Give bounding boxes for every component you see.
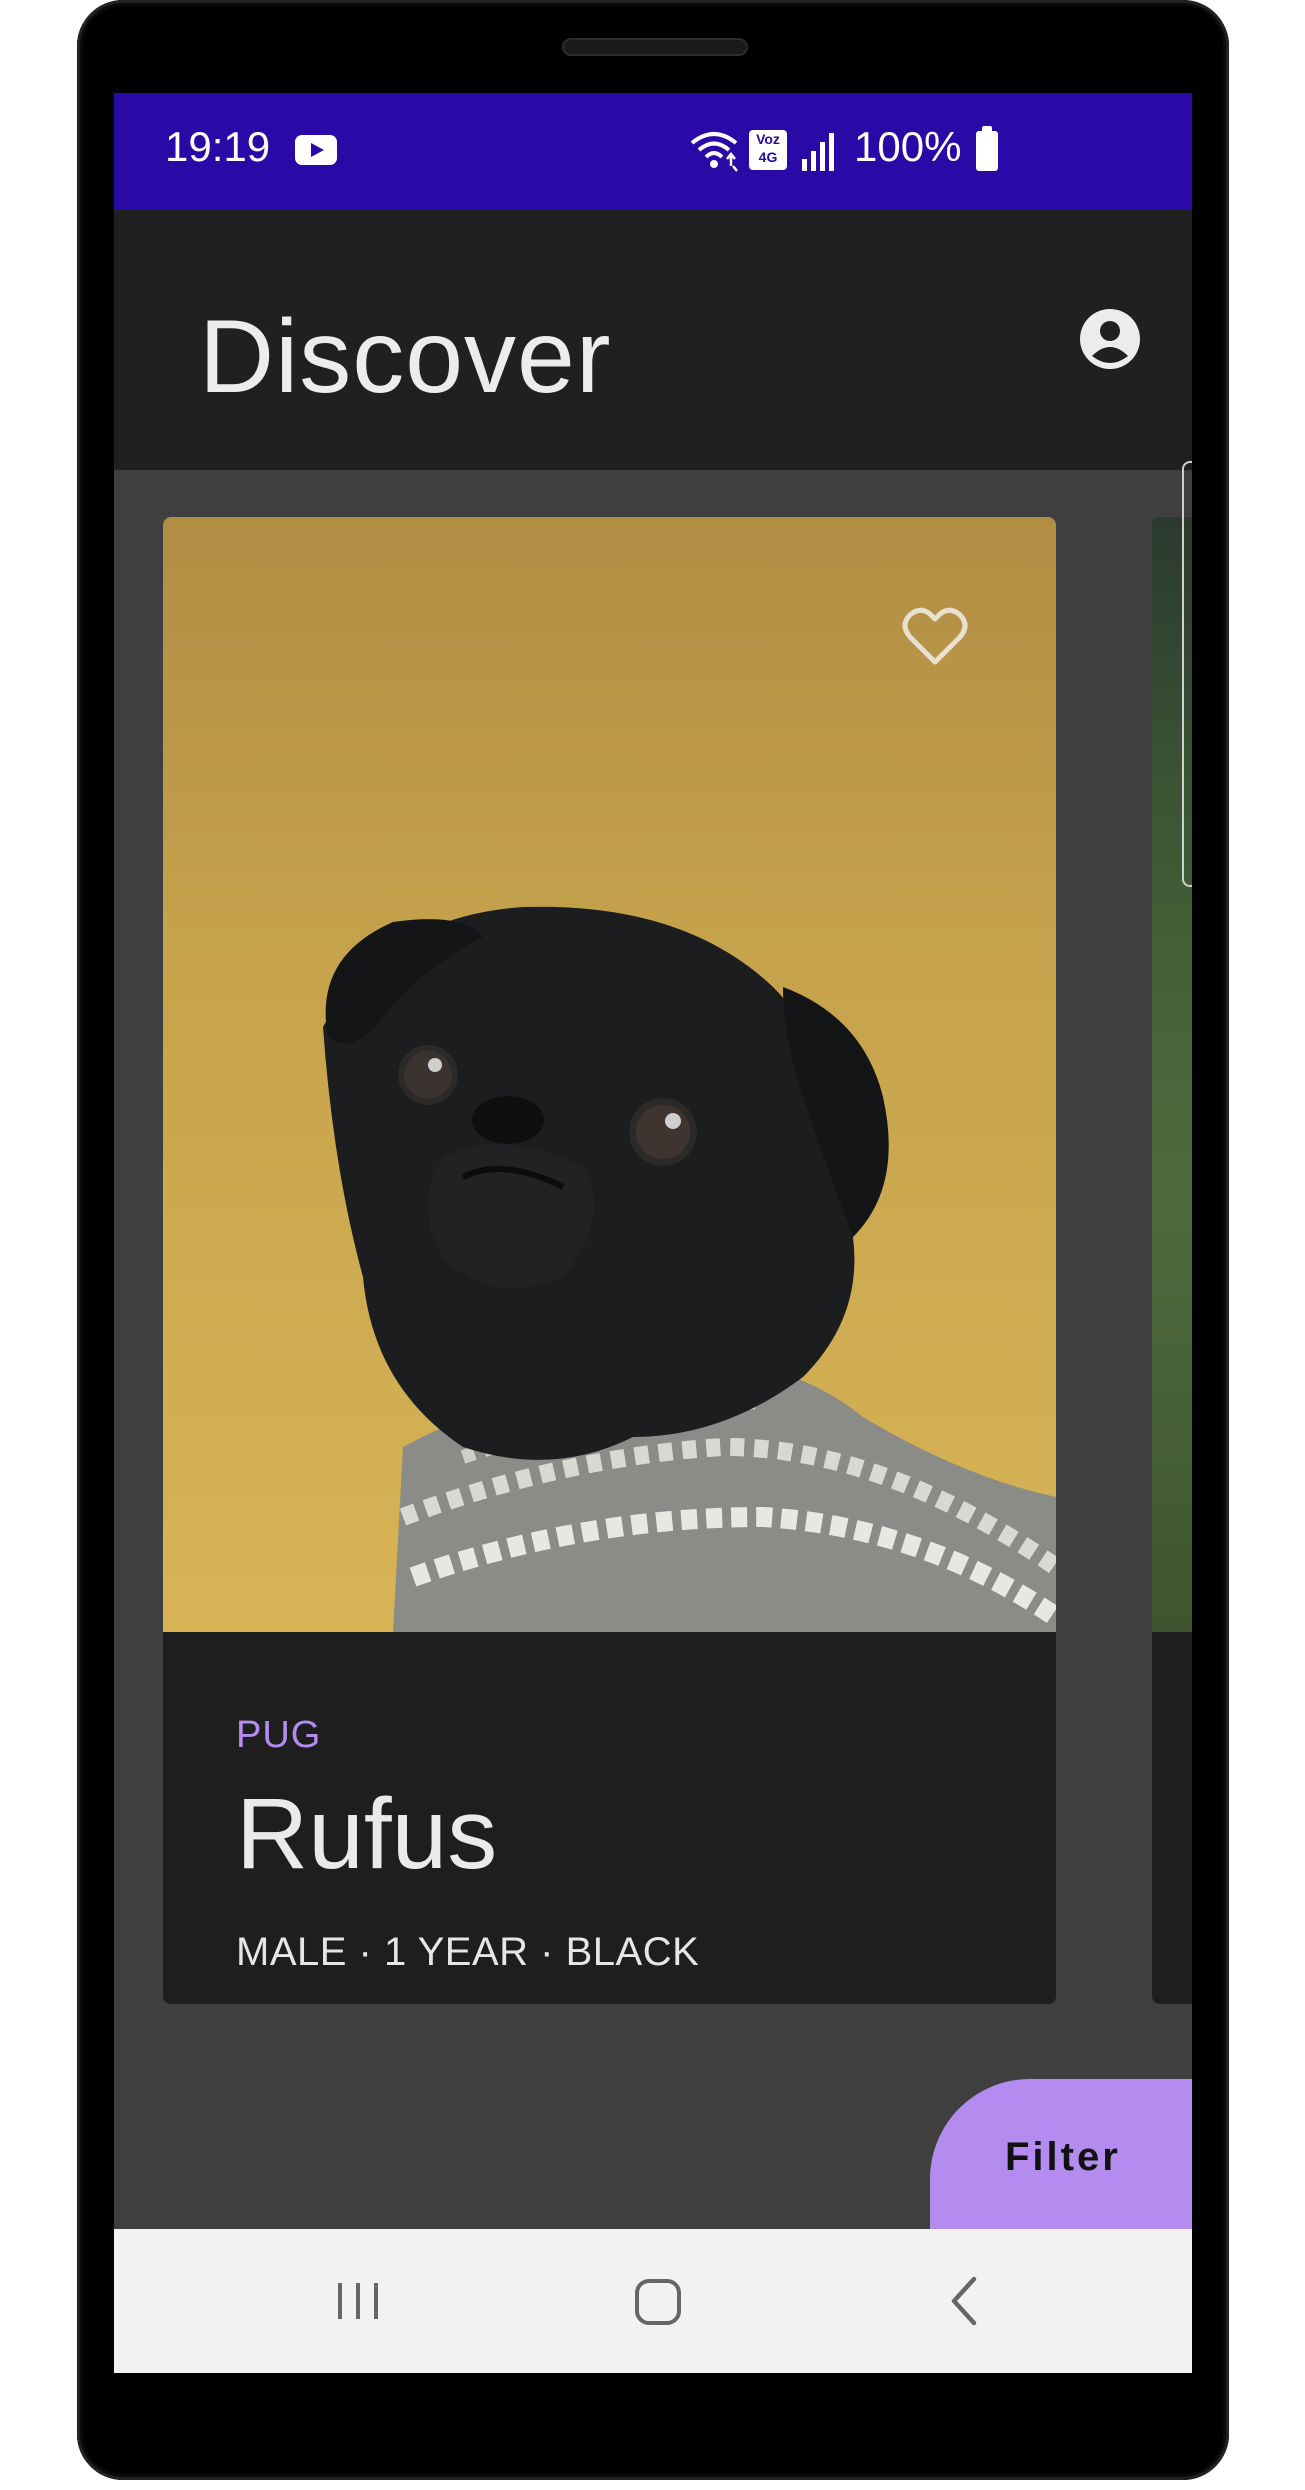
page-title: Discover	[199, 299, 612, 415]
status-time: 19:19	[165, 123, 271, 170]
home-icon[interactable]	[633, 2277, 683, 2327]
signal-icon	[802, 133, 834, 171]
volte-line-2: 4G	[758, 149, 778, 165]
pet-breed: PUG	[236, 1714, 322, 1756]
pet-card[interactable]: PUG Rufus MALE · 1 YEAR · BLACK	[163, 517, 1056, 2004]
screen: 19:19 Voz 4G 100% Discover PUG Rufus MAL…	[114, 93, 1192, 2373]
status-bar: 19:19 Voz 4G 100%	[114, 93, 1192, 210]
account-circle-icon[interactable]	[1079, 308, 1141, 370]
filter-button-label: Filter	[1005, 2135, 1121, 2179]
top-app-bar: Discover	[114, 210, 1192, 470]
recents-icon[interactable]	[334, 2279, 382, 2323]
phone-frame: 19:19 Voz 4G 100% Discover PUG Rufus MAL…	[77, 0, 1229, 2480]
edge-panel-handle[interactable]	[1182, 461, 1192, 887]
pet-photo	[163, 517, 1056, 1632]
earpiece-speaker	[562, 38, 748, 56]
volte-line-1: Voz	[756, 131, 780, 147]
back-icon[interactable]	[946, 2275, 982, 2327]
pet-info: PUG Rufus MALE · 1 YEAR · BLACK	[163, 1632, 1056, 2004]
pet-details: MALE · 1 YEAR · BLACK	[236, 1930, 700, 1974]
youtube-icon	[295, 135, 337, 165]
system-nav-bar	[114, 2229, 1192, 2373]
pug-photo	[323, 906, 1056, 1632]
pet-name: Rufus	[236, 1778, 498, 1890]
heart-outline-icon[interactable]	[902, 606, 968, 666]
battery-icon	[976, 126, 998, 171]
wifi-icon	[690, 132, 738, 172]
battery-percentage: 100%	[854, 123, 962, 170]
volte-icon: Voz 4G	[749, 130, 787, 170]
